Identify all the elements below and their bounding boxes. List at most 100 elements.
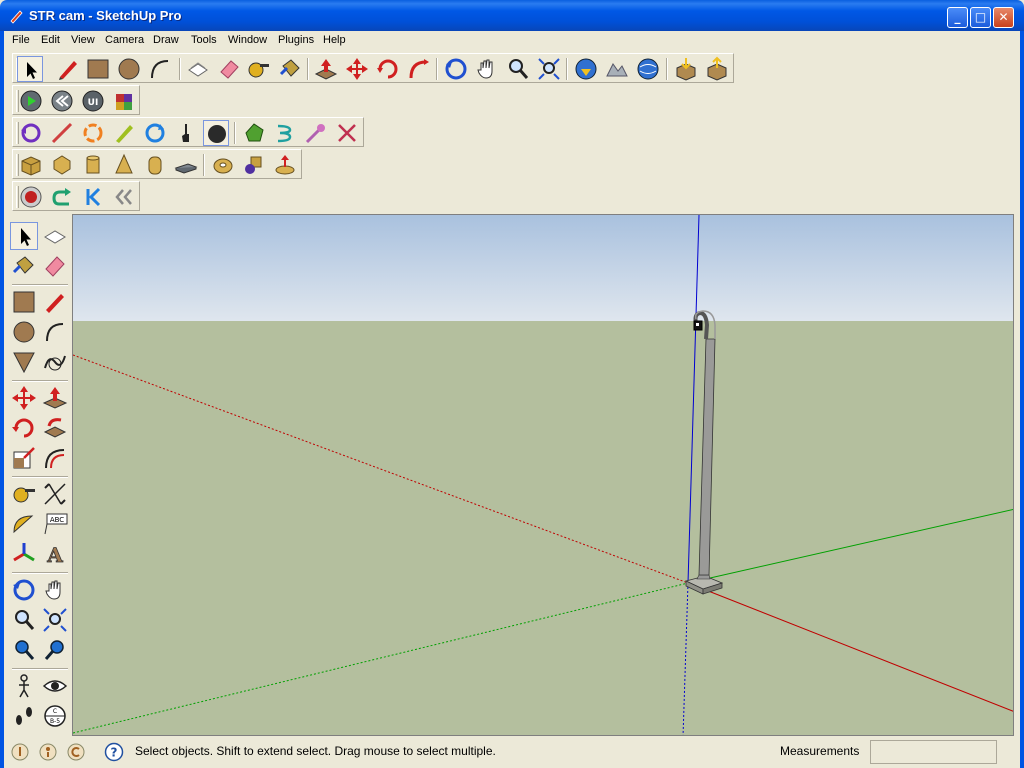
left-polygon-button[interactable] xyxy=(10,348,38,376)
rectangle-tool-button[interactable] xyxy=(85,56,111,82)
left-move-button[interactable] xyxy=(10,384,38,412)
record-button[interactable] xyxy=(18,184,44,210)
georeference-status[interactable] xyxy=(10,742,30,762)
green-shape-button[interactable] xyxy=(241,120,267,146)
push-pull-button[interactable] xyxy=(313,56,339,82)
left-select-button[interactable] xyxy=(10,222,38,250)
tape-measure-button[interactable] xyxy=(246,56,272,82)
left-eraser-button[interactable] xyxy=(41,252,69,280)
orbit-tool-button[interactable] xyxy=(443,56,469,82)
left-scale-button[interactable] xyxy=(10,444,38,472)
plate-shape-button[interactable] xyxy=(173,152,199,178)
menu-window[interactable]: Window xyxy=(228,34,267,46)
menu-draw[interactable]: Draw xyxy=(153,34,179,46)
refresh-purple-button[interactable] xyxy=(18,120,44,146)
line-red-button[interactable] xyxy=(49,120,75,146)
left-pushpull-button[interactable] xyxy=(41,384,69,412)
scene-canvas[interactable] xyxy=(73,215,1014,736)
menu-camera[interactable]: Camera xyxy=(105,34,144,46)
cycle-orange-button[interactable] xyxy=(80,120,106,146)
cone-shape-button[interactable] xyxy=(111,152,137,178)
credits-status[interactable] xyxy=(38,742,58,762)
tube-shape-button[interactable] xyxy=(142,152,168,178)
sphere-shape-button[interactable] xyxy=(49,152,75,178)
left-followme-button[interactable] xyxy=(41,414,69,442)
left-orbit-button[interactable] xyxy=(10,576,38,604)
cycle-blue-button[interactable] xyxy=(142,120,168,146)
left-protractor-button[interactable] xyxy=(10,510,38,538)
dome-shape-button[interactable] xyxy=(272,152,298,178)
move-tool-button[interactable] xyxy=(344,56,370,82)
ui-panel-button[interactable]: UI xyxy=(80,88,106,114)
paint-bucket-button[interactable] xyxy=(277,56,303,82)
eraser-tool-button[interactable] xyxy=(216,56,242,82)
menu-tools[interactable]: Tools xyxy=(191,34,217,46)
toggle-terrain-button[interactable] xyxy=(604,56,630,82)
left-zoom-button[interactable] xyxy=(10,606,38,634)
box-shape-button[interactable] xyxy=(18,152,44,178)
left-line-button[interactable] xyxy=(41,288,69,316)
menu-file[interactable]: File xyxy=(12,34,30,46)
skip-back-button[interactable] xyxy=(80,184,106,210)
torus-shape-button[interactable] xyxy=(210,152,236,178)
close-button[interactable]: ✕ xyxy=(993,7,1014,28)
left-rectangle-button[interactable] xyxy=(10,288,38,316)
line-tool-button[interactable] xyxy=(55,56,81,82)
menu-plugins[interactable]: Plugins xyxy=(278,34,314,46)
left-position-camera-button[interactable] xyxy=(10,672,38,700)
play-animation-button[interactable] xyxy=(18,88,44,114)
maximize-button[interactable]: □ xyxy=(970,7,991,28)
left-paint-button[interactable] xyxy=(10,252,38,280)
make-component-button[interactable] xyxy=(185,56,211,82)
menu-view[interactable]: View xyxy=(71,34,95,46)
left-text-button[interactable]: ABC xyxy=(41,510,69,538)
minimize-button[interactable]: _ xyxy=(947,7,968,28)
left-look-around-button[interactable] xyxy=(41,672,69,700)
arc-tool-button[interactable] xyxy=(147,56,173,82)
spring-button[interactable] xyxy=(272,120,298,146)
pan-tool-button[interactable] xyxy=(474,56,500,82)
circle-tool-button[interactable] xyxy=(116,56,142,82)
rewind-button[interactable] xyxy=(49,88,75,114)
pencil-green-button[interactable] xyxy=(111,120,137,146)
measurements-input[interactable] xyxy=(870,740,997,764)
instructor-help-button[interactable]: ? xyxy=(104,742,124,762)
follow-me-button[interactable] xyxy=(406,56,432,82)
delete-cross-button[interactable] xyxy=(334,120,360,146)
zoom-extents-button[interactable] xyxy=(536,56,562,82)
left-component-button[interactable] xyxy=(41,222,69,250)
left-dimension-button[interactable] xyxy=(41,480,69,508)
pointer-hand-button[interactable] xyxy=(173,120,199,146)
left-3dtext-button[interactable]: A xyxy=(41,540,69,568)
select-tool-button[interactable] xyxy=(17,56,43,82)
model-viewport[interactable] xyxy=(72,214,1014,736)
plugin-cube-button[interactable] xyxy=(111,88,137,114)
left-offset-button[interactable] xyxy=(41,444,69,472)
wand-button[interactable] xyxy=(303,120,329,146)
left-tape-button[interactable] xyxy=(10,480,38,508)
left-pan-button[interactable] xyxy=(41,576,69,604)
undo-path-button[interactable] xyxy=(49,184,75,210)
left-arc-button[interactable] xyxy=(41,318,69,346)
dark-sphere-button[interactable] xyxy=(203,120,229,146)
shapes-bundle-button[interactable] xyxy=(241,152,267,178)
zoom-tool-button[interactable] xyxy=(505,56,531,82)
rotate-tool-button[interactable] xyxy=(375,56,401,82)
menu-help[interactable]: Help xyxy=(323,34,346,46)
copyright-status[interactable] xyxy=(66,742,86,762)
cylinder-shape-button[interactable] xyxy=(80,152,106,178)
place-model-button[interactable] xyxy=(635,56,661,82)
left-axes-button[interactable] xyxy=(10,540,38,568)
left-freehand-button[interactable] xyxy=(41,348,69,376)
left-circle-button[interactable] xyxy=(10,318,38,346)
menu-edit[interactable]: Edit xyxy=(41,34,60,46)
share-model-button[interactable] xyxy=(704,56,730,82)
get-models-button[interactable] xyxy=(673,56,699,82)
left-rotate-button[interactable] xyxy=(10,414,38,442)
left-previous-view-button[interactable] xyxy=(10,636,38,664)
left-walk-button[interactable] xyxy=(10,702,38,730)
left-section-button[interactable]: C B-5 xyxy=(41,702,69,730)
back-button[interactable] xyxy=(111,184,137,210)
left-zoom-window-button[interactable] xyxy=(41,606,69,634)
left-next-view-button[interactable] xyxy=(41,636,69,664)
